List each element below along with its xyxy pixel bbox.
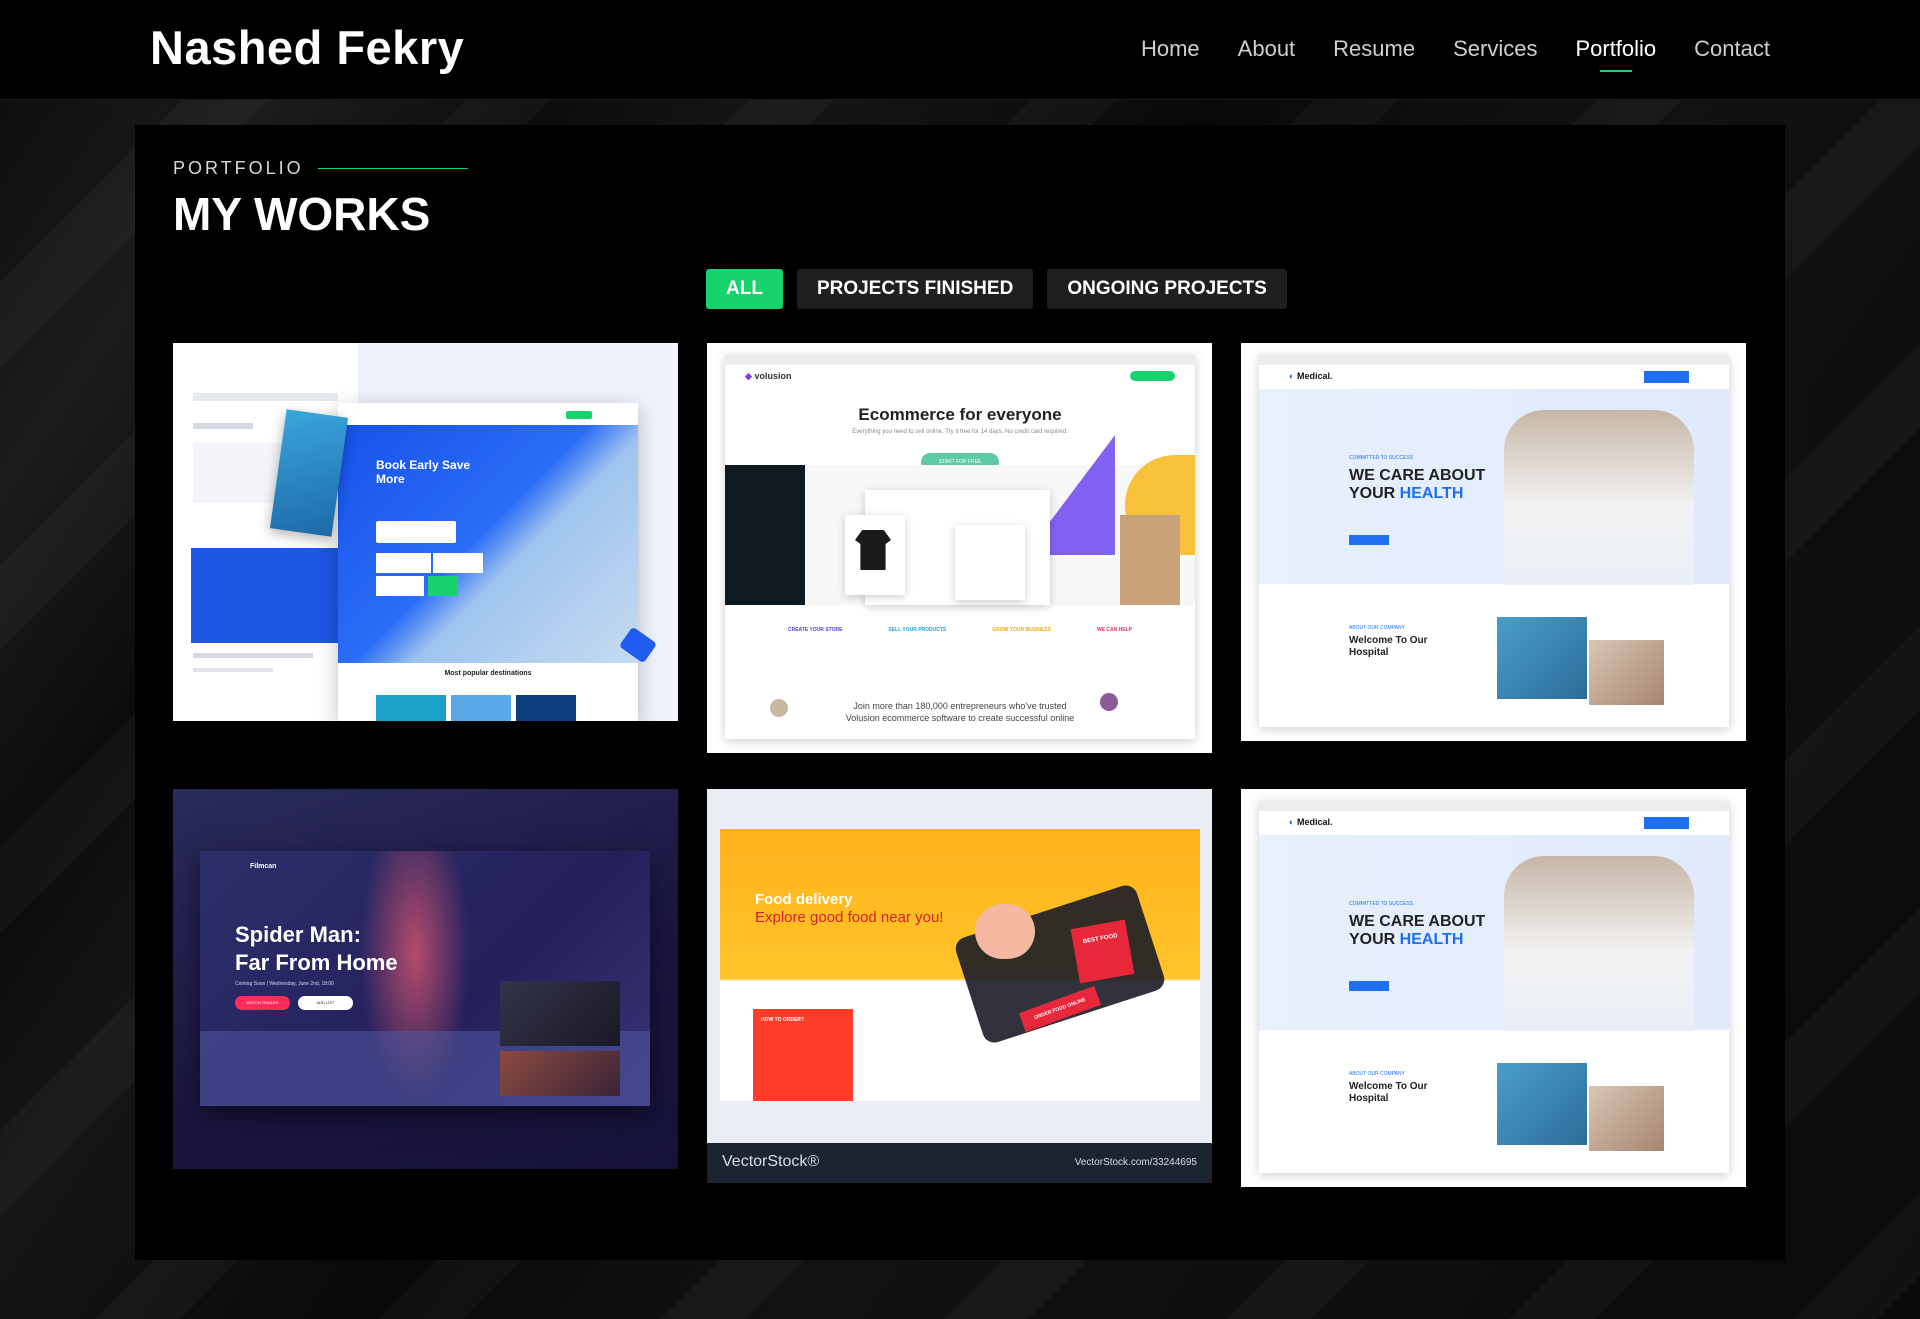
volusion-feature-4: WE CAN HELP	[1096, 627, 1132, 633]
filter-finished-button[interactable]: PROJECTS FINISHED	[796, 269, 1034, 309]
movie-add-button: ADD LIST	[298, 996, 353, 1010]
volusion-browser: ◆ volusion Ecommerce for everyone Everyt…	[725, 355, 1195, 739]
volusion-headline: Ecommerce for everyone	[858, 405, 1062, 424]
food-order-box: HOW TO ORDER?	[753, 1009, 853, 1101]
nav-contact[interactable]: Contact	[1694, 36, 1770, 62]
portfolio-item-food[interactable]: Food delivery Explore good food near you…	[707, 789, 1212, 1183]
vectorstock-id: VectorStock.com/33244695	[1074, 1157, 1197, 1168]
medical-about-tag-2: ABOUT OUR COMPANY	[1349, 1071, 1405, 1077]
vectorstock-logo: VectorStock®	[722, 1153, 820, 1170]
portfolio-section: PORTFOLIO MY WORKS ALL PROJECTS FINISHED…	[135, 125, 1785, 1260]
nav-resume[interactable]: Resume	[1333, 36, 1415, 62]
food-how-label: HOW TO ORDER?	[761, 1017, 804, 1023]
volusion-sub: Everything you need to sell online. Try …	[852, 429, 1068, 435]
medical-welcome-2a: Welcome To Our	[1349, 1081, 1428, 1092]
site-header: Nashed Fekry Home About Resume Services …	[0, 0, 1920, 100]
medical-doctor-photo-1	[1504, 410, 1694, 585]
medical-headline-2c: HEALTH	[1399, 931, 1464, 948]
volusion-shirt-left	[725, 465, 805, 605]
medical-headline-1b: YOUR	[1349, 485, 1400, 502]
movie-watch-button: WATCH TRAILER	[235, 996, 290, 1010]
food-headline-2: Explore good food near you!	[755, 909, 944, 926]
movie-brand: Filmcan	[250, 863, 277, 870]
movie-title-2: Far From Home	[235, 950, 398, 975]
nav-home[interactable]: Home	[1141, 36, 1200, 62]
food-phone	[952, 882, 1168, 1046]
nav-portfolio[interactable]: Portfolio	[1575, 36, 1656, 72]
medical-headline-1c: HEALTH	[1399, 485, 1464, 502]
volusion-footer-2: Volusion ecommerce software to create su…	[845, 713, 1075, 723]
portfolio-item-movie[interactable]: Filmcan Spider Man: Far From Home Coming…	[173, 789, 678, 1169]
movie-browser: Filmcan Spider Man: Far From Home Coming…	[200, 851, 650, 1106]
travel-main-page: Book Early Save More Most popular destin…	[338, 403, 638, 721]
medical-welcome-1a: Welcome To Our	[1349, 635, 1428, 646]
medical-doctor-photo-2	[1504, 856, 1694, 1031]
movie-title-1: Spider Man:	[235, 922, 361, 947]
brand-logo[interactable]: Nashed Fekry	[150, 20, 464, 75]
medical-surgeon-photo-2	[1497, 1063, 1587, 1145]
travel-headline-1: Book Early Save	[376, 458, 471, 472]
volusion-brand: volusion	[754, 371, 792, 381]
medical-tag-2: COMMITTED TO SUCCESS	[1349, 901, 1413, 907]
food-badge-1: BEST FOOD	[1070, 919, 1135, 984]
volusion-feature-2: SELL YOUR PRODUCTS	[888, 627, 947, 633]
medical-browser-1: ◐ Medical. COMMITTED TO SUCCESS WE CARE …	[1259, 355, 1729, 727]
nav-services[interactable]: Services	[1453, 36, 1537, 62]
medical-welcome-1b: Hospital	[1349, 647, 1389, 658]
medical-nurse-photo-2	[1589, 1086, 1664, 1151]
portfolio-item-medical-1[interactable]: ◐ Medical. COMMITTED TO SUCCESS WE CARE …	[1241, 343, 1746, 741]
medical-brand-2: Medical.	[1296, 817, 1333, 827]
travel-footer-text: Most popular destinations	[444, 670, 532, 677]
medical-browser-2: ◐ Medical. COMMITTED TO SUCCESS WE CARE …	[1259, 801, 1729, 1173]
vectorstock-bar: VectorStock® VectorStock.com/33244695	[707, 1143, 1212, 1183]
section-label-divider	[317, 168, 468, 169]
medical-brand-1: Medical.	[1296, 371, 1333, 381]
medical-about-tag-1: ABOUT OUR COMPANY	[1349, 625, 1405, 631]
travel-headline-2: More	[376, 472, 405, 486]
medical-headline-2b: YOUR	[1349, 931, 1400, 948]
main-nav: Home About Resume Services Portfolio Con…	[1141, 36, 1770, 72]
volusion-footer-1: Join more than 180,000 entrepreneurs who…	[853, 701, 1067, 711]
portfolio-item-travel[interactable]: Book Early Save More Most popular destin…	[173, 343, 678, 721]
portfolio-item-volusion[interactable]: ◆ volusion Ecommerce for everyone Everyt…	[707, 343, 1212, 753]
section-label-text: PORTFOLIO	[173, 158, 304, 178]
medical-surgeon-photo-1	[1497, 617, 1587, 699]
nav-about[interactable]: About	[1238, 36, 1296, 62]
food-headline-1: Food delivery	[755, 891, 853, 908]
medical-welcome-2b: Hospital	[1349, 1093, 1389, 1104]
food-page: Food delivery Explore good food near you…	[720, 829, 1200, 1101]
medical-nurse-photo-1	[1589, 640, 1664, 705]
portfolio-item-medical-2[interactable]: ◐ Medical. COMMITTED TO SUCCESS WE CARE …	[1241, 789, 1746, 1187]
section-title: MY WORKS	[173, 188, 431, 240]
volusion-feature-3: GROW YOUR BUSINESS	[992, 627, 1052, 633]
portfolio-filters: ALL PROJECTS FINISHED ONGOING PROJECTS	[706, 269, 1287, 309]
medical-headline-2a: WE CARE ABOUT	[1349, 913, 1486, 930]
medical-tag-1: COMMITTED TO SUCCESS	[1349, 455, 1413, 461]
volusion-feature-1: CREATE YOUR STORE	[787, 627, 843, 633]
filter-all-button[interactable]: ALL	[706, 269, 783, 309]
filter-ongoing-button[interactable]: ONGOING PROJECTS	[1047, 269, 1287, 309]
medical-headline-1a: WE CARE ABOUT	[1349, 467, 1486, 484]
section-label: PORTFOLIO	[173, 158, 468, 179]
movie-coming: Coming Soon | Wednesday, June 2nd, 18:00	[235, 981, 334, 987]
